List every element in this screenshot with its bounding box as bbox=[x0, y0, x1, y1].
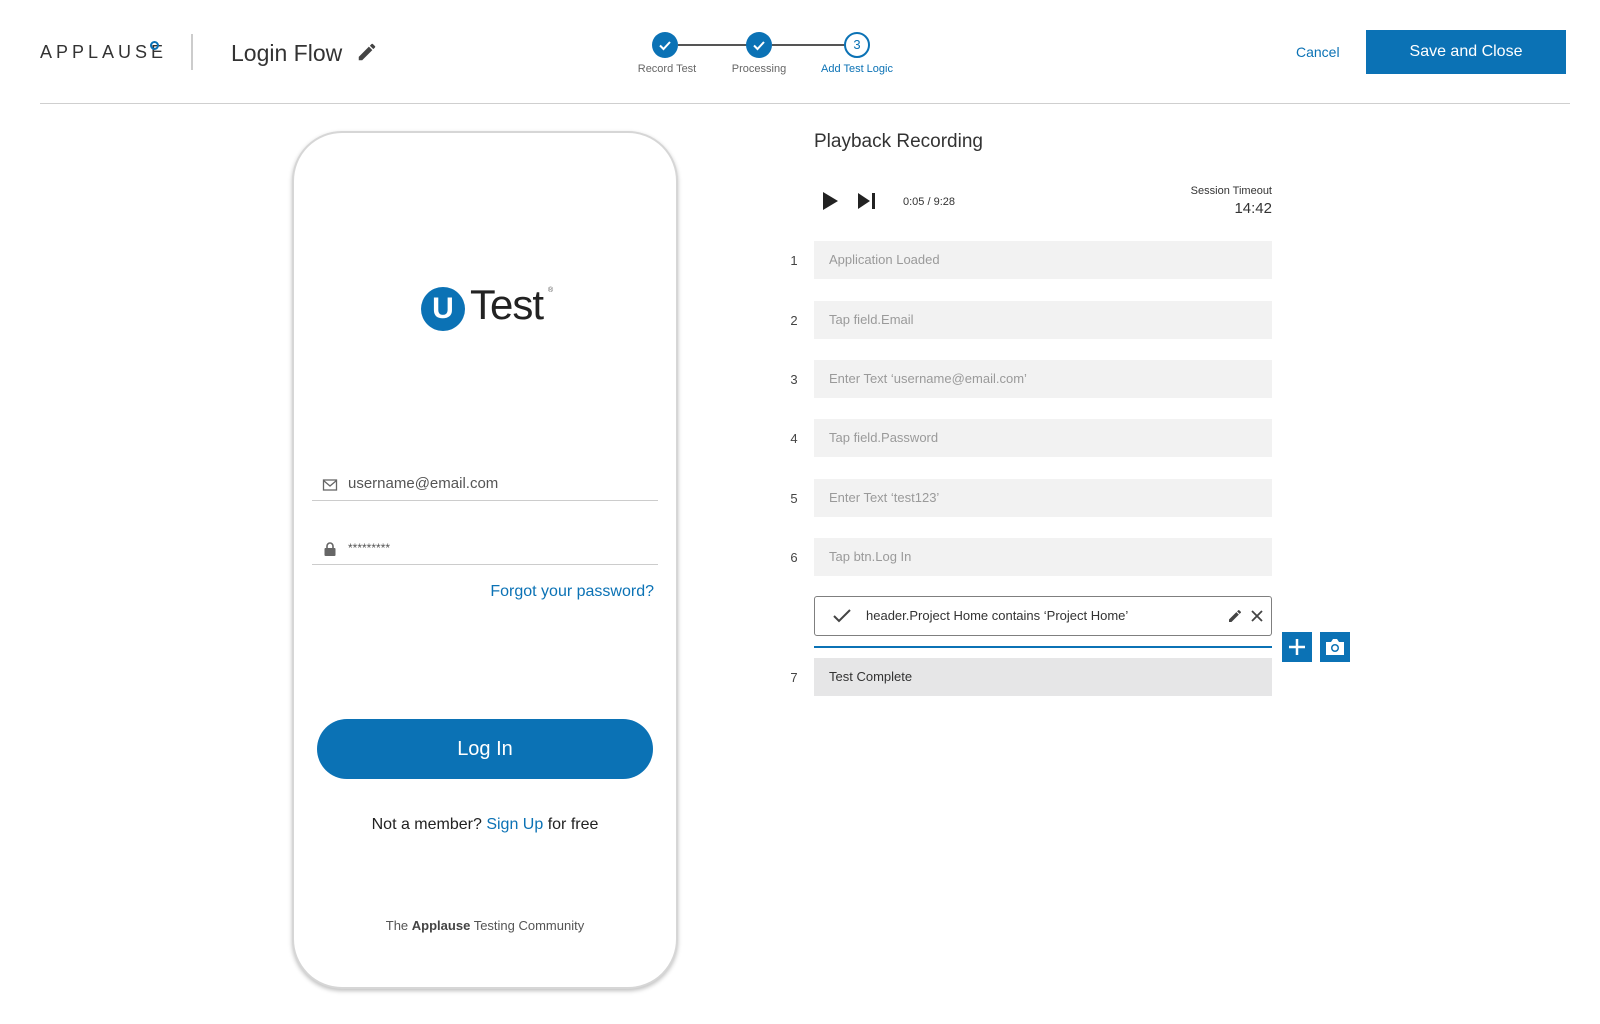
step-2-complete-check-icon bbox=[746, 32, 772, 58]
community-footer: The Applause Testing Community bbox=[294, 918, 676, 933]
session-timeout-value: 14:42 bbox=[1234, 200, 1272, 217]
test-step-row[interactable]: Test Complete bbox=[814, 658, 1272, 696]
forgot-password-link[interactable]: Forgot your password? bbox=[490, 583, 654, 601]
signup-prompt: Not a member? Sign Up for free bbox=[294, 816, 676, 834]
test-step-text: Enter Text ‘username@email.com’ bbox=[829, 371, 1027, 386]
close-icon[interactable] bbox=[1249, 608, 1265, 624]
step-3-number: 3 bbox=[844, 32, 870, 58]
cancel-button[interactable]: Cancel bbox=[1296, 44, 1340, 60]
log-in-button[interactable]: Log In bbox=[317, 719, 653, 779]
step-1-label: Record Test bbox=[637, 63, 697, 75]
test-step-row[interactable]: Tap field.Password bbox=[814, 419, 1272, 457]
utest-logo-registered: ® bbox=[548, 287, 554, 294]
test-step-text: Tap field.Password bbox=[829, 430, 939, 445]
test-step-row[interactable]: Tap btn.Log In bbox=[814, 538, 1272, 576]
step-1-complete-check-icon bbox=[652, 32, 678, 58]
header-divider bbox=[191, 34, 193, 70]
lock-icon bbox=[324, 542, 336, 556]
checkmark-icon bbox=[833, 609, 851, 623]
session-timeout-label: Session Timeout bbox=[1190, 185, 1272, 197]
email-field[interactable]: username@email.com bbox=[312, 471, 658, 501]
stepper-connector bbox=[678, 44, 748, 46]
sign-up-link[interactable]: Sign Up bbox=[486, 816, 543, 833]
signup-prefix: Not a member? bbox=[371, 816, 482, 833]
assertion-text: header.Project Home contains ‘Project Ho… bbox=[866, 608, 1129, 623]
test-step-text: Test Complete bbox=[829, 669, 913, 684]
step-number: 4 bbox=[790, 431, 798, 446]
applause-logo: APPLAUSE bbox=[40, 42, 168, 62]
camera-icon bbox=[1326, 639, 1344, 655]
header-divider-line bbox=[40, 103, 1570, 104]
step-2-label: Processing bbox=[731, 63, 787, 75]
add-step-button[interactable] bbox=[1282, 632, 1312, 662]
phone-preview: U Test ® username@email.com ********* Fo… bbox=[292, 131, 678, 989]
assertion-row[interactable]: header.Project Home contains ‘Project Ho… bbox=[814, 596, 1272, 636]
step-number: 1 bbox=[790, 253, 798, 268]
applause-logo-dot bbox=[150, 41, 159, 50]
skip-next-icon[interactable] bbox=[858, 192, 876, 210]
test-step-row[interactable]: Tap field.Email bbox=[814, 301, 1272, 339]
progress-stepper: Record Test Processing 3 Add Test Logic bbox=[638, 30, 930, 90]
insertion-indicator bbox=[814, 646, 1272, 648]
envelope-icon bbox=[322, 479, 338, 491]
plus-icon bbox=[1289, 639, 1305, 655]
save-and-close-button[interactable]: Save and Close bbox=[1366, 30, 1566, 74]
edit-assertion-pencil-icon[interactable] bbox=[1227, 608, 1243, 624]
test-step-text: Tap field.Email bbox=[829, 312, 914, 327]
playback-title: Playback Recording bbox=[814, 131, 983, 152]
test-step-row[interactable]: Application Loaded bbox=[814, 241, 1272, 279]
password-field[interactable]: ********* bbox=[312, 535, 658, 565]
play-icon[interactable] bbox=[822, 192, 838, 210]
step-number: 3 bbox=[790, 372, 798, 387]
test-step-text: Enter Text ‘test123’ bbox=[829, 490, 940, 505]
flow-title: Login Flow bbox=[231, 40, 343, 66]
community-suffix: Testing Community bbox=[473, 918, 585, 933]
test-step-text: Tap btn.Log In bbox=[829, 549, 912, 564]
test-step-row[interactable]: Enter Text ‘username@email.com’ bbox=[814, 360, 1272, 398]
email-value: username@email.com bbox=[348, 475, 499, 492]
edit-title-pencil-icon[interactable] bbox=[356, 41, 378, 63]
step-number: 5 bbox=[790, 491, 798, 506]
step-3-label: Add Test Logic bbox=[821, 63, 893, 75]
signup-suffix: for free bbox=[547, 816, 599, 833]
utest-logo-text: Test bbox=[470, 281, 544, 328]
utest-logo-mark: U bbox=[421, 287, 465, 331]
community-brand: Applause bbox=[411, 918, 471, 933]
playback-time: 0:05 / 9:28 bbox=[903, 196, 955, 208]
password-value: ********* bbox=[348, 541, 391, 555]
top-bar: APPLAUSE Login Flow Record Test Processi… bbox=[0, 0, 1600, 104]
stepper-connector bbox=[772, 44, 846, 46]
screenshot-button[interactable] bbox=[1320, 632, 1350, 662]
step-number: 7 bbox=[790, 670, 798, 685]
step-number: 6 bbox=[790, 550, 798, 565]
test-step-row[interactable]: Enter Text ‘test123’ bbox=[814, 479, 1272, 517]
community-prefix: The bbox=[385, 918, 409, 933]
test-step-text: Application Loaded bbox=[829, 252, 940, 267]
step-number: 2 bbox=[790, 313, 798, 328]
